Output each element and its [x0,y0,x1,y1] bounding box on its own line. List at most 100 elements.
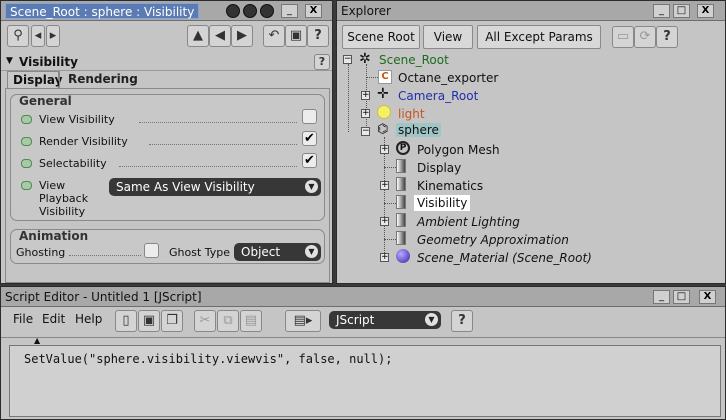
explorer-panel: Explorer _ □ X Scene Root View All Excep… [336,0,726,284]
splitter-handle[interactable]: ▲ [1,336,725,345]
view-menu-button[interactable]: View [423,25,473,49]
close-button[interactable]: X [305,4,322,18]
chevron-down-icon: ▼ [305,180,318,193]
tree-item-scene-material[interactable]: Scene_Material (Scene_Root) [417,251,592,265]
camera-null-icon: ✛ [377,86,389,102]
tree-item-light[interactable]: light [398,107,425,121]
language-dropdown[interactable]: JScript ▼ [329,311,441,329]
property-icon [396,231,406,245]
tree-connector [366,77,378,78]
section-help-icon[interactable]: ? [314,54,330,70]
minimize-button[interactable]: _ [653,4,670,18]
filter-menu-button[interactable]: All Except Params [477,25,601,49]
script-editor-title: Script Editor - Untitled 1 [JScript] [5,290,202,304]
back-arrow-icon[interactable]: ◂ [31,25,45,47]
animatable-indicator-icon [21,159,32,168]
tree-item-geometry-approximation[interactable]: Geometry Approximation [417,233,569,247]
scene-root-icon: ✲ [359,51,371,67]
language-value: JScript [336,313,375,327]
tree-item-octane-exporter[interactable]: Octane_exporter [398,71,498,85]
property-panel: Scene_Root : sphere : Visibility _ X ⚲ ◂… [0,0,333,284]
save-preset-icon[interactable]: ▣ [285,25,307,47]
help-icon[interactable]: ? [656,26,678,48]
forward-arrow-icon[interactable]: ▸ [46,25,60,47]
expand-toggle[interactable]: + [380,145,389,154]
save-icon[interactable]: ▣ [138,310,160,332]
scope-menu-button[interactable]: Scene Root [342,25,420,49]
eye-icon[interactable] [243,4,257,18]
copy-icon[interactable]: ⧉ [217,310,239,332]
tree-connector [384,203,396,204]
expand-toggle[interactable]: + [361,91,370,100]
move-up-icon[interactable]: ▲ [187,25,209,47]
splitter-arrow-icon: ▲ [34,336,41,345]
collapse-toggle[interactable]: − [343,55,352,64]
leader-dots [119,166,297,167]
tree-item-polygon-mesh[interactable]: Polygon Mesh [417,143,500,157]
ghosting-checkbox[interactable] [144,243,159,258]
chevron-down-icon: ▼ [425,313,438,326]
render-visibility-checkbox[interactable]: ✔ [302,131,317,146]
model-icon: ⌬ [377,122,389,137]
tree-item-camera-root[interactable]: Camera_Root [398,89,478,103]
run-script-icon[interactable]: ▤▸ [285,310,321,332]
script-code-area[interactable]: SetValue("sphere.visibility.viewvis", fa… [9,345,721,417]
new-file-icon[interactable]: ▯ [115,310,137,332]
ghost-type-value: Object [241,245,281,259]
menu-edit[interactable]: Edit [42,312,65,326]
explorer-titlebar[interactable]: Explorer _ □ X [337,1,725,21]
close-button[interactable]: X [697,4,714,18]
move-left-icon[interactable]: ◀ [209,25,231,47]
property-toolbar: ⚲ ◂ ▸ ▲ ◀ ▶ ↶ ▣ ? [1,22,332,50]
minimize-button[interactable]: _ [653,290,670,304]
view-visibility-checkbox[interactable] [302,109,317,124]
visibility-section-header[interactable]: ▼ Visibility ? [1,53,332,71]
paste-icon[interactable]: ▤ [240,310,262,332]
menu-help[interactable]: Help [75,312,102,326]
playback-visibility-dropdown[interactable]: Same As View Visibility ▼ [109,178,321,196]
animation-group-title: Animation [19,229,89,243]
script-editor-titlebar[interactable]: Script Editor - Untitled 1 [JScript] _ □… [1,287,725,307]
tree-item-visibility[interactable]: Visibility [414,195,471,211]
expand-toggle[interactable]: + [380,217,389,226]
animatable-indicator-icon [21,137,32,146]
tree-item-scene-root[interactable]: Scene_Root [379,53,449,67]
move-right-icon[interactable]: ▶ [231,25,253,47]
collapse-triangle-icon[interactable]: ▼ [6,56,13,66]
collapse-toggle[interactable]: − [361,127,370,136]
help-circle-icon[interactable] [260,4,274,18]
selectability-checkbox[interactable]: ✔ [302,153,317,168]
tab-rendering[interactable]: Rendering [59,71,138,89]
expand-toggle[interactable]: + [380,253,389,262]
tree-item-sphere[interactable]: sphere [396,123,441,137]
lock-icon[interactable]: ▭ [612,26,634,48]
undo-icon[interactable]: ↶ [263,25,285,47]
menu-file[interactable]: File [13,312,33,326]
tree-item-kinematics[interactable]: Kinematics [417,179,483,193]
close-button[interactable]: X [699,290,716,304]
tree-connector [348,64,349,132]
render-visibility-label: Render Visibility [39,135,128,148]
cut-icon[interactable]: ✂ [194,310,216,332]
maximize-button[interactable]: □ [673,290,690,304]
playback-visibility-label-line-3: Visibility [39,205,86,218]
minimize-button[interactable]: _ [281,4,298,18]
property-panel-titlebar[interactable]: Scene_Root : sphere : Visibility _ X [1,1,332,21]
property-panel-title: Scene_Root : sphere : Visibility [5,3,200,19]
expand-toggle[interactable]: + [361,109,370,118]
help-icon[interactable]: ? [307,25,329,47]
maximize-button[interactable]: □ [673,4,690,18]
tree-item-display[interactable]: Display [417,161,461,175]
globe-icon[interactable] [226,4,240,18]
ghost-type-dropdown[interactable]: Object ▼ [234,243,321,261]
tree-item-ambient-lighting[interactable]: Ambient Lighting [417,215,520,229]
light-bulb-icon [377,105,391,119]
tab-display[interactable]: Display [7,71,62,89]
explorer-toolbar: Scene Root View All Except Params ▭ ⟳ ? [337,22,725,50]
expand-toggle[interactable]: + [380,181,389,190]
refresh-icon[interactable]: ⟳ [634,26,656,48]
lock-icon[interactable]: ⚲ [7,25,29,47]
help-icon[interactable]: ? [451,310,473,332]
selectability-label: Selectability [39,157,107,170]
save-all-icon[interactable]: ❐ [161,310,183,332]
